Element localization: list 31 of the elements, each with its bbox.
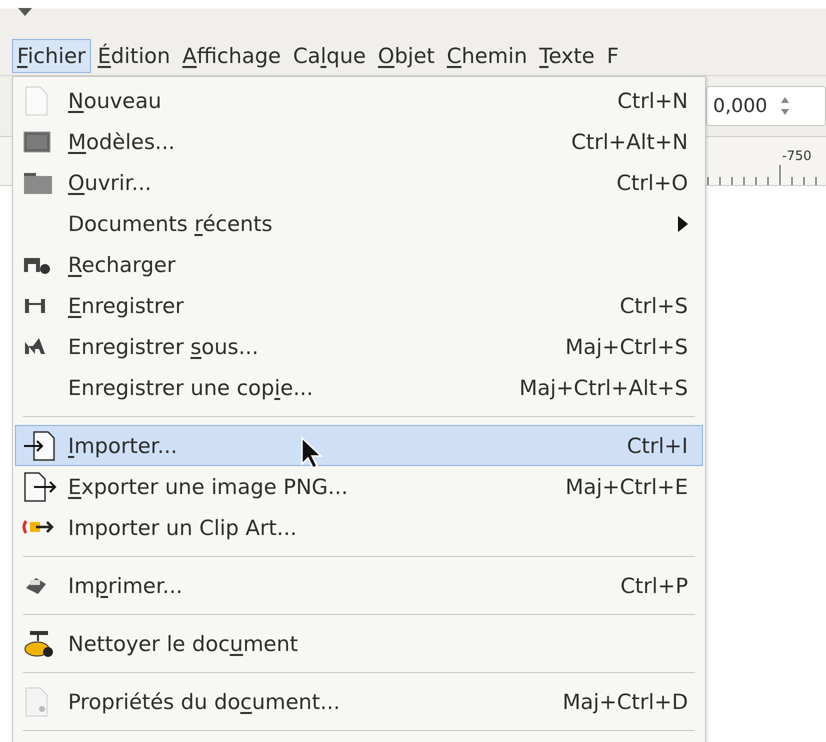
menu-item[interactable]: Enregistrer Ctrl+S xyxy=(15,285,703,326)
menu-item[interactable]: Recharger xyxy=(15,244,703,285)
menu-item[interactable]: Imprimer... Ctrl+P xyxy=(15,565,703,606)
menu-bar-item[interactable]: Chemin xyxy=(442,38,532,72)
menu-bar-item[interactable]: F xyxy=(602,38,624,72)
mouse-pointer-icon xyxy=(300,436,324,470)
menu-item[interactable]: Propriétés du document... Maj+Ctrl+D xyxy=(15,681,703,722)
menu-bar-item[interactable]: Fichier xyxy=(12,38,91,72)
menu-bar-item[interactable]: Calque xyxy=(288,38,371,72)
menu-item[interactable]: Nouveau Ctrl+N xyxy=(15,80,703,121)
menu-item[interactable]: Importer un Clip Art... xyxy=(15,507,703,548)
menu-bar-item[interactable]: Objet xyxy=(372,38,440,72)
menu-item[interactable]: Ouvrir... Ctrl+O xyxy=(15,162,703,203)
menu-item[interactable]: Nettoyer le document xyxy=(15,623,703,664)
vacuum-cleaner-icon xyxy=(22,628,56,658)
ruler-label: -750 xyxy=(782,149,812,164)
menu-item[interactable]: Documents récents xyxy=(15,203,703,244)
menu-bar-item[interactable]: Affichage xyxy=(177,38,286,72)
number-spin-field[interactable]: 0,000 xyxy=(706,86,826,126)
menu-bar-item[interactable]: Édition xyxy=(92,38,176,72)
menu-item[interactable]: Enregistrer une copie... Maj+Ctrl+Alt+S xyxy=(15,367,703,408)
menu-item[interactable]: Importer... Ctrl+I xyxy=(15,425,703,466)
menu-item[interactable]: Exporter une image PNG... Maj+Ctrl+E xyxy=(15,466,703,507)
import-icon xyxy=(22,430,58,462)
spin-arrows-icon[interactable] xyxy=(781,95,790,117)
dropdown-arrow-icon[interactable] xyxy=(18,8,32,16)
submenu-arrow-icon xyxy=(678,216,688,232)
menu-bar-item[interactable]: Texte xyxy=(534,38,600,72)
menu-item[interactable]: Modèles... Ctrl+Alt+N xyxy=(15,121,703,162)
export-icon xyxy=(22,470,58,502)
menu-item[interactable]: Enregistrer sous... Maj+Ctrl+S xyxy=(15,326,703,367)
